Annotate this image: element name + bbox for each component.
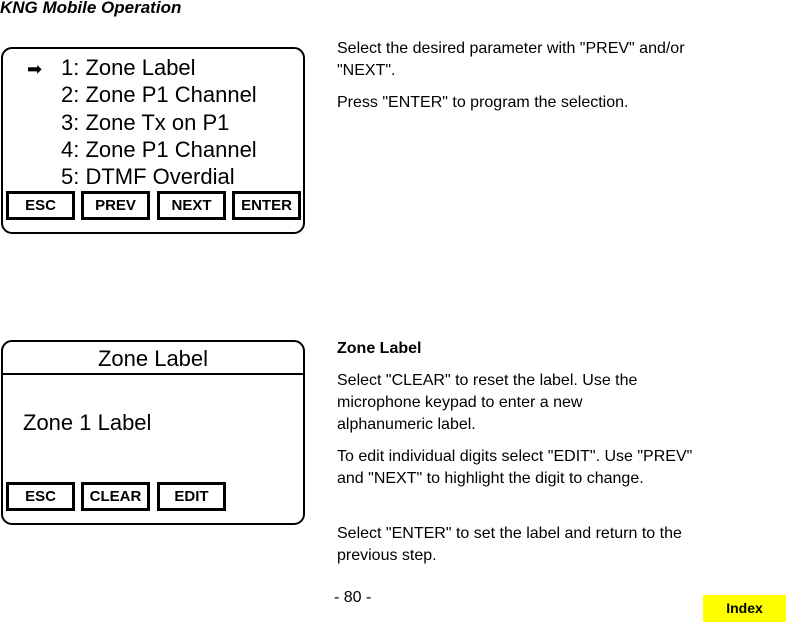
menu-item[interactable]: 2: Zone P1 Channel	[61, 84, 257, 106]
instruction-text: To edit individual digits select "EDIT".…	[337, 448, 693, 487]
esc-button[interactable]: ESC	[6, 482, 75, 511]
radio-display-zone-label: Zone Label Zone 1 Label ESC CLEAR EDIT	[1, 340, 305, 525]
menu-item[interactable]: 5: DTMF Overdial	[61, 166, 235, 188]
zone-label-value: Zone 1 Label	[23, 410, 152, 435]
esc-button[interactable]: ESC	[6, 191, 75, 220]
prev-button[interactable]: PREV	[81, 191, 150, 220]
menu-item[interactable]: 1: Zone Label	[61, 57, 196, 79]
next-button[interactable]: NEXT	[157, 191, 226, 220]
menu-item[interactable]: 4: Zone P1 Channel	[61, 139, 257, 161]
enter-button[interactable]: ENTER	[232, 191, 301, 220]
section-heading: Zone Label	[337, 340, 422, 357]
display-title: Zone Label	[97, 346, 209, 371]
instruction-text: Select "CLEAR" to reset the label. Use t…	[337, 372, 638, 433]
page-number: - 80 -	[334, 589, 372, 606]
instruction-text: Select "ENTER" to set the label and retu…	[337, 525, 682, 564]
instruction-text: Press "ENTER" to program the selection.	[337, 94, 629, 111]
arrow-right-icon: ➡	[27, 59, 43, 79]
instruction-text: Select the desired parameter with "PREV"…	[337, 40, 685, 79]
index-link-button[interactable]: Index	[703, 595, 786, 622]
page-header-title: KNG Mobile Operation	[0, 0, 182, 17]
display-divider	[3, 373, 303, 375]
clear-button[interactable]: CLEAR	[81, 482, 150, 511]
edit-button[interactable]: EDIT	[157, 482, 226, 511]
radio-display-menu: ➡ 1: Zone Label 2: Zone P1 Channel 3: Zo…	[1, 47, 305, 234]
menu-item[interactable]: 3: Zone Tx on P1	[61, 112, 229, 134]
